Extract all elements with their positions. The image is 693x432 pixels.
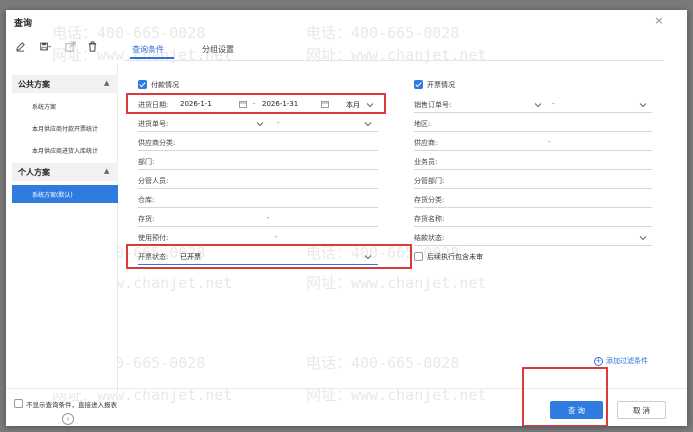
sidebar-item-system-scheme-default[interactable]: 系统方案(默认) [12,185,118,203]
edit-icon[interactable] [12,38,28,54]
chevron-up-icon: ▲ [104,79,110,87]
scheme-sidebar: 公共方案 ▲ 系统方案 本月供应商付款开票统计 本月供应商进货入库统计 个人方案… [12,63,118,425]
add-circle-icon: + [594,356,603,366]
chevron-down-icon[interactable] [534,101,542,109]
supplier-category-label: 供应商分类: [138,139,176,147]
tab-divider [124,60,664,61]
active-tab-indicator [130,57,174,59]
inventory-label: 存货: [138,215,155,223]
manager-label: 分管人员: [138,177,169,185]
range-dash: - [548,138,551,146]
region-label: 地区: [414,120,431,128]
purchase-no-label: 进货单号: [138,120,169,128]
query-dialog: 电话：400-665-0028 电话：400-665-0028 网址：www.c… [6,10,687,426]
warehouse-label: 仓库: [138,196,155,204]
invoice-state-select[interactable]: 已开票 [180,252,201,262]
range-dash: - [275,233,278,241]
export-icon[interactable] [62,38,78,54]
sidebar-group-public[interactable]: 公共方案 ▲ [12,75,118,93]
inventory-category-label: 存货分类: [414,196,445,204]
chevron-down-icon[interactable] [639,234,647,242]
chevron-down-icon[interactable] [364,120,372,128]
end-date-input[interactable]: 2026-1-31 [262,100,298,108]
cancel-button[interactable]: 取 消 [617,401,666,419]
managing-dept-label: 分管部门: [414,177,445,185]
footer-divider [6,388,687,389]
use-prepaid-label: 使用预付: [138,234,169,242]
add-filter-label: 添加过滤条件 [606,357,648,365]
include-unapproved-checkbox[interactable] [414,252,423,261]
date-range-dash: - [253,100,256,108]
tab-group-settings[interactable]: 分组设置 [202,44,234,55]
chevron-down-icon[interactable] [364,253,372,261]
invoice-status-label: 开票情况 [427,81,455,89]
dialog-titlebar: 查询 × [6,10,687,32]
scheme-toolbar [12,38,122,56]
chevron-up-icon: ▲ [104,167,110,175]
department-label: 部门: [138,158,155,166]
sidebar-group-label: 公共方案 [18,80,50,89]
watermark-phone: 电话：400-665-0028 [306,354,460,372]
dialog-title: 查询 [14,19,33,29]
chevron-down-icon[interactable] [639,101,647,109]
chevron-down-icon[interactable] [366,101,374,109]
sidebar-item-system-scheme[interactable]: 系统方案 [12,97,118,115]
purchase-date-label: 进货日期: [138,101,169,109]
skip-conditions-checkbox[interactable] [14,399,23,408]
period-select[interactable]: 本月 [346,100,360,110]
tab-query-conditions[interactable]: 查询条件 [132,44,164,55]
save-icon[interactable] [34,38,56,54]
calendar-icon[interactable] [321,100,329,108]
sales-order-no-label: 销售订单号: [414,101,452,109]
payment-status-checkbox[interactable] [138,80,147,89]
delete-icon[interactable] [84,38,100,54]
inventory-name-label: 存货名称: [414,215,445,223]
chevron-down-icon[interactable] [256,120,264,128]
range-dash: - [277,119,280,127]
invoice-status-checkbox[interactable] [414,80,423,89]
calendar-icon[interactable] [239,100,247,108]
query-button[interactable]: 查 询 [550,401,603,419]
range-dash: - [552,100,555,108]
sidebar-item-monthly-purchase[interactable]: 本月供应商进货入库统计 [12,141,118,159]
payment-status-label: 付款情况 [151,81,179,89]
sidebar-group-label: 个人方案 [18,168,50,177]
collapse-sidebar-icon[interactable]: ‹ [62,413,74,425]
salesperson-label: 业务员: [414,158,438,166]
settlement-status-label: 结款状态: [414,234,445,242]
include-unapproved-label: 后续执行包含未审 [427,253,483,261]
sidebar-group-personal[interactable]: 个人方案 ▲ [12,163,118,181]
query-form: 付款情况 开票情况 进货日期: 2026-1-1 - 2026-1-31 本月 … [124,68,669,288]
close-icon[interactable]: × [653,15,665,27]
start-date-input[interactable]: 2026-1-1 [180,100,212,108]
add-filter-button[interactable]: + 添加过滤条件 [594,356,648,366]
skip-conditions-label: 不显示查询条件，直接进入报表 [26,401,117,409]
supplier-label: 供应商: [414,139,438,147]
range-dash: - [267,214,270,222]
sidebar-item-monthly-payment[interactable]: 本月供应商付款开票统计 [12,119,118,137]
invoice-state-label: 开票状态: [138,253,169,261]
tab-bar: 查询条件 分组设置 [124,38,684,60]
